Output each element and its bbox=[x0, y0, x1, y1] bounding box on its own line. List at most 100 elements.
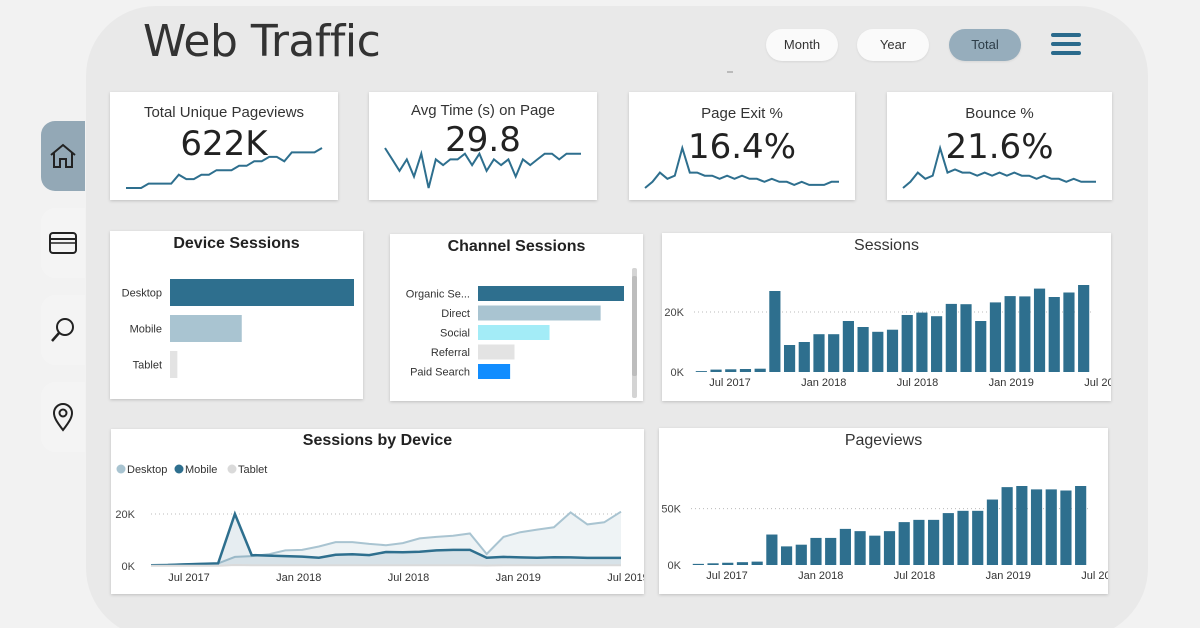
x-tick-label: Jan 2019 bbox=[989, 377, 1034, 389]
bar bbox=[722, 562, 734, 565]
bar-label: Mobile bbox=[130, 324, 162, 336]
x-tick-label: Jul 2017 bbox=[706, 570, 748, 582]
bar bbox=[1004, 296, 1016, 372]
bar-label: Social bbox=[440, 328, 470, 340]
browser-window-icon bbox=[49, 232, 77, 254]
bar bbox=[810, 537, 822, 565]
kpi-sparkline bbox=[126, 147, 323, 189]
bar bbox=[883, 531, 896, 565]
pageviews-card[interactable]: Pageviews 50K 0K Jul 2017 Jan 2018 Jul 2018 J… bbox=[659, 428, 1108, 594]
bar-label: Desktop bbox=[122, 288, 162, 300]
bar bbox=[898, 522, 910, 565]
bar bbox=[972, 510, 984, 565]
bar bbox=[769, 291, 781, 372]
bar-label: Referral bbox=[431, 347, 470, 359]
bar bbox=[1078, 285, 1090, 372]
bar bbox=[170, 351, 178, 378]
bar bbox=[960, 304, 972, 372]
bar bbox=[478, 364, 511, 379]
bar bbox=[1048, 297, 1060, 372]
bar bbox=[1019, 296, 1031, 372]
bar bbox=[780, 546, 793, 565]
bar bbox=[1033, 288, 1046, 372]
bar bbox=[725, 369, 737, 372]
legend-label: Desktop bbox=[127, 464, 167, 476]
x-tick-label: Jul 2017 bbox=[709, 377, 751, 389]
bar-label: Organic Se... bbox=[406, 289, 470, 301]
bar bbox=[1060, 490, 1072, 565]
bar bbox=[857, 327, 869, 372]
x-tick-label: Jul 2018 bbox=[897, 377, 939, 389]
page-title: Web Traffic bbox=[143, 16, 381, 67]
bar bbox=[766, 534, 778, 565]
kpi-card-avg-time[interactable]: Avg Time (s) on Page 29.8 bbox=[369, 92, 597, 200]
kpi-card-bounce[interactable]: Bounce % 21.6% bbox=[887, 92, 1112, 200]
bar bbox=[869, 535, 881, 565]
nav-search-button[interactable] bbox=[41, 295, 85, 365]
bar-label: Paid Search bbox=[410, 367, 470, 379]
kpi-sparkline bbox=[644, 144, 839, 189]
y-tick-label: 20K bbox=[115, 509, 135, 521]
nav-location-button[interactable] bbox=[41, 382, 85, 452]
x-tick-label: Jul 2019 bbox=[1081, 570, 1108, 582]
bar bbox=[751, 561, 763, 565]
bar bbox=[942, 513, 954, 565]
bar bbox=[1030, 489, 1043, 565]
legend-label: Mobile bbox=[185, 464, 217, 476]
sparkline-series bbox=[644, 144, 839, 189]
pageviews-chart: 50K 0K Jul 2017 Jan 2018 Jul 2018 Jan 2019 Jul… bbox=[661, 486, 1108, 582]
bar bbox=[931, 316, 943, 372]
bar bbox=[957, 510, 969, 565]
x-tick-label: Jul 2017 bbox=[168, 572, 210, 584]
sparkline-series bbox=[384, 147, 581, 189]
bar bbox=[739, 369, 752, 372]
nav-home-button[interactable] bbox=[41, 121, 85, 191]
filter-total-button[interactable]: Total bbox=[949, 29, 1021, 61]
hamburger-menu-icon[interactable] bbox=[1051, 33, 1081, 59]
y-tick-label: 20K bbox=[664, 307, 684, 319]
bar bbox=[695, 371, 707, 372]
sessions-card[interactable]: Sessions 20K 0K Jul 2017 Jan 2018 Jul 2018 Ja… bbox=[662, 233, 1111, 401]
bar bbox=[783, 345, 796, 372]
bar bbox=[828, 334, 840, 372]
channel-sessions-card[interactable]: Channel Sessions Organic Se... Direct Soci… bbox=[390, 234, 643, 401]
bar bbox=[916, 312, 928, 372]
bar bbox=[478, 305, 601, 321]
legend-label: Tablet bbox=[238, 464, 267, 476]
bar bbox=[901, 315, 913, 372]
bar bbox=[754, 368, 766, 372]
home-icon bbox=[50, 143, 76, 168]
bar-label: Direct bbox=[441, 308, 470, 320]
y-tick-label: 0K bbox=[671, 367, 685, 379]
device-sessions-chart: Desktop Mobile Tablet bbox=[122, 279, 354, 378]
x-tick-label: Jul 2018 bbox=[388, 572, 430, 584]
bar bbox=[886, 329, 899, 372]
bar bbox=[986, 499, 999, 565]
x-tick-label: Jan 2018 bbox=[801, 377, 846, 389]
bar bbox=[170, 315, 242, 342]
y-tick-label: 0K bbox=[668, 560, 682, 572]
filter-year-button[interactable]: Year bbox=[857, 29, 929, 61]
x-tick-label: Jan 2019 bbox=[986, 570, 1031, 582]
device-sessions-card[interactable]: Device Sessions Desktop Mobile Tablet bbox=[110, 231, 363, 399]
bar bbox=[854, 531, 866, 565]
kpi-card-pageviews[interactable]: Total Unique Pageviews 622K bbox=[110, 92, 338, 200]
bar bbox=[478, 286, 624, 301]
nav-browser-button[interactable] bbox=[41, 208, 85, 278]
bar-label: Tablet bbox=[133, 360, 162, 372]
bar bbox=[1045, 489, 1057, 565]
legend-marker bbox=[227, 464, 237, 474]
x-tick-label: Jul 2018 bbox=[894, 570, 936, 582]
legend-marker bbox=[174, 464, 184, 474]
kpi-card-page-exit[interactable]: Page Exit % 16.4% bbox=[629, 92, 855, 200]
bar bbox=[945, 303, 957, 372]
bar bbox=[975, 321, 987, 372]
x-tick-label: Jul 2019 bbox=[607, 572, 644, 584]
y-tick-label: 0K bbox=[122, 561, 136, 573]
bar bbox=[692, 563, 704, 565]
sparkline-series bbox=[126, 147, 323, 189]
x-tick-label: Jan 2018 bbox=[798, 570, 843, 582]
sparkline-series bbox=[902, 144, 1096, 189]
sessions-by-device-card[interactable]: Sessions by Device Desktop Mobile Tablet 20… bbox=[111, 429, 644, 594]
filter-month-button[interactable]: Month bbox=[766, 29, 838, 61]
